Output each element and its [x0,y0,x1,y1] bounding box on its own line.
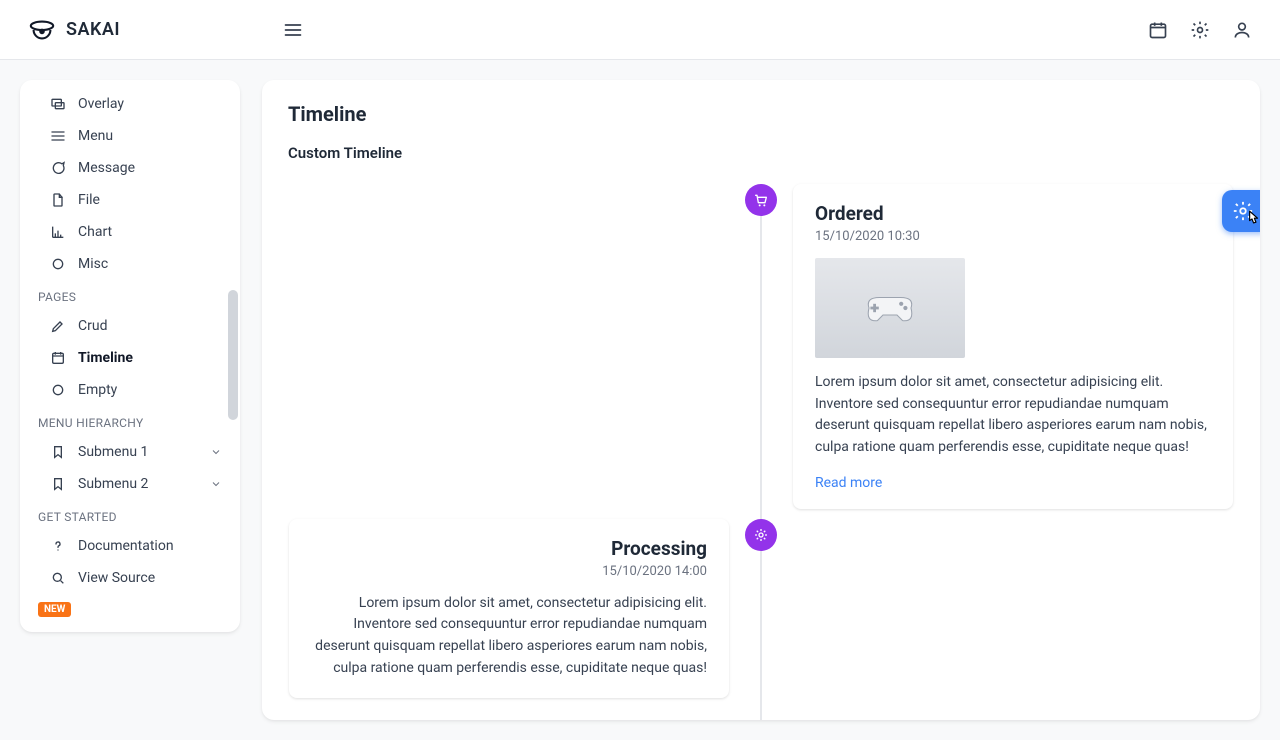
cog-icon [753,527,769,543]
sidebar-item-menu[interactable]: Menu [20,120,240,152]
chevron-down-icon [210,478,222,490]
bookmark-icon [50,444,66,460]
sidebar-item-crud[interactable]: Crud [20,310,240,342]
sidebar-item-chart[interactable]: Chart [20,216,240,248]
sidebar-scrollbar[interactable] [226,80,240,632]
sidebar-item-label: Menu [78,128,113,144]
chart-icon [50,224,66,240]
sidebar-item-label: Message [78,160,135,176]
bookmark-icon [50,476,66,492]
timeline-event-image [815,258,965,358]
search-icon [50,570,66,586]
menu-toggle-button[interactable] [283,20,303,40]
menu-icon [50,128,66,144]
timeline-event-body: Lorem ipsum dolor sit amet, consectetur … [815,372,1211,459]
brand-name: SAKAI [66,19,120,40]
timeline-event-date: 15/10/2020 14:00 [311,564,707,579]
sidebar-item-submenu-1[interactable]: Submenu 1 [20,436,240,468]
brand-icon [28,16,56,44]
sidebar-item-label: Submenu 2 [78,476,148,492]
timeline-card-ordered: Ordered 15/10/2020 10:30 Lorem ipsum dol… [793,184,1233,509]
calendar-icon[interactable] [1148,20,1168,40]
sidebar-item-empty[interactable]: Empty [20,374,240,406]
cart-icon [753,192,769,208]
sidebar-item-file[interactable]: File [20,184,240,216]
cursor-pointer-icon [1242,208,1260,230]
sidebar-item-label: Submenu 1 [78,444,148,460]
sidebar-item-timeline[interactable]: Timeline [20,342,240,374]
timeline-event-date: 15/10/2020 10:30 [815,229,1211,244]
sidebar-item-label: Timeline [78,350,133,366]
hamburger-icon [283,20,303,40]
timeline-event-title: Ordered [815,202,1211,225]
sidebar-item-message[interactable]: Message [20,152,240,184]
sidebar-item-label: Empty [78,382,117,398]
message-icon [50,160,66,176]
sidebar-item-label: Overlay [78,96,124,112]
sidebar-item-misc[interactable]: Misc [20,248,240,280]
sidebar-item-view-source[interactable]: View Source [20,562,240,594]
brand-logo[interactable]: SAKAI [28,16,120,44]
question-icon [50,538,66,554]
timeline-event-body: Lorem ipsum dolor sit amet, consectetur … [311,593,707,680]
scrollbar-thumb[interactable] [228,290,238,420]
timeline-marker-cog [745,519,777,551]
sidebar-item-documentation[interactable]: Documentation [20,530,240,562]
pencil-icon [50,318,66,334]
sidebar-item-submenu-2[interactable]: Submenu 2 [20,468,240,500]
timeline-row: Ordered 15/10/2020 10:30 Lorem ipsum dol… [288,184,1234,509]
sidebar-item-label: Documentation [78,538,174,554]
topbar: SAKAI [0,0,1280,60]
page-title: Timeline [288,102,1234,126]
sidebar-section-start: GET STARTED [20,500,240,530]
main-content: Timeline Custom Timeline Ordered 15/10/2… [262,80,1260,720]
sidebar-item-label: Misc [78,256,108,272]
sidebar-item-label: Chart [78,224,112,240]
calendar-icon [50,350,66,366]
overlay-icon [50,96,66,112]
timeline: Ordered 15/10/2020 10:30 Lorem ipsum dol… [288,184,1234,698]
sidebar-item-label: Crud [78,318,107,334]
new-badge: NEW [38,602,71,617]
read-more-link[interactable]: Read more [815,475,882,491]
sidebar-item-label: View Source [78,570,155,586]
user-icon[interactable] [1232,20,1252,40]
sidebar-section-menu: MENU HIERARCHY [20,406,240,436]
gamepad-icon [855,286,925,330]
circle-icon [50,256,66,272]
circle-icon [50,382,66,398]
page-subtitle: Custom Timeline [288,144,1234,162]
sidebar-section-pages: PAGES [20,280,240,310]
timeline-card-processing: Processing 15/10/2020 14:00 Lorem ipsum … [289,519,729,698]
topbar-actions [1148,20,1252,40]
timeline-row: Processing 15/10/2020 14:00 Lorem ipsum … [288,519,1234,698]
sidebar-item-label: File [78,192,100,208]
sidebar: Overlay Menu Message File Chart Misc [20,80,240,632]
timeline-event-title: Processing [311,537,707,560]
sidebar-item-overlay[interactable]: Overlay [20,88,240,120]
chevron-down-icon [210,446,222,458]
file-icon [50,192,66,208]
gear-icon[interactable] [1190,20,1210,40]
timeline-marker-cart [745,184,777,216]
